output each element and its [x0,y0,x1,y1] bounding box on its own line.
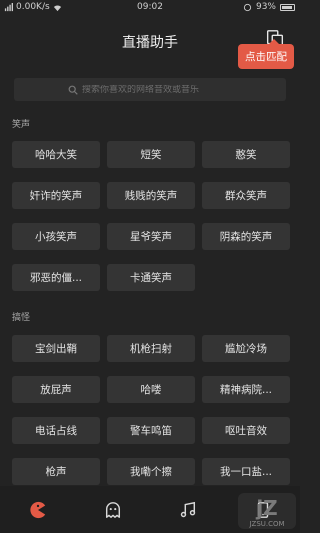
sound-chip[interactable]: 警车鸣笛 [107,417,195,444]
search-icon [68,85,78,95]
sound-chip[interactable]: 群众笑声 [202,182,290,209]
battery-icon [280,3,295,11]
sound-chip[interactable]: 星爷笑声 [107,223,195,250]
sound-chip[interactable]: 电话占线 [12,417,100,444]
pacman-icon [29,501,45,518]
svg-text:jZ: jZ [255,496,277,520]
nav-item-ghost[interactable] [93,490,133,530]
status-bar: 0.00K/s 09:02 93% [0,0,300,16]
sound-chip[interactable]: 邪恶的僵... [12,264,100,291]
search-bar[interactable] [14,78,286,101]
sound-chip[interactable]: 精神病院... [202,376,290,403]
sound-chip[interactable]: 枪声 [12,458,100,485]
section-title-funny: 搞怪 [12,313,31,323]
music-note-icon [180,501,195,517]
section-title-laugh: 笑声 [12,120,31,130]
sound-chip[interactable]: 机枪扫射 [107,335,195,362]
sound-chip[interactable]: 哈喽 [107,376,195,403]
sound-chip[interactable]: 哈哈大笑 [12,141,100,168]
sound-chip[interactable]: 奸诈的笑声 [12,182,100,209]
sound-chip[interactable]: 卡通笑声 [107,264,195,291]
match-tooltip[interactable]: 点击匹配 [238,39,294,69]
sound-chip[interactable]: 我嘞个擦 [107,458,195,485]
sound-chip[interactable]: 呕吐音效 [202,417,290,444]
ghost-icon [105,501,120,518]
nav-item-music[interactable] [168,490,208,530]
sound-chip[interactable]: 宝剑出鞘 [12,335,100,362]
alarm-icon [243,3,252,11]
battery-percent: 93% [255,2,276,12]
nav-item-pacman[interactable] [18,490,58,530]
search-input[interactable] [82,84,232,95]
sound-chip[interactable]: 贱贱的笑声 [107,182,195,209]
funny-sound-grid: 宝剑出鞘 机枪扫射 尴尬冷场 放屁声 哈喽 精神病院... 电话占线 警车鸣笛 … [12,335,292,485]
sound-chip[interactable]: 放屁声 [12,376,100,403]
sound-chip[interactable]: 尴尬冷场 [202,335,290,362]
jzsu-watermark-logo: jZ JZSU.COM [238,493,296,529]
sound-chip[interactable]: 憨笑 [202,141,290,168]
sound-chip[interactable]: 小孩笑声 [12,223,100,250]
sound-chip[interactable]: 阴森的笑声 [202,223,290,250]
sound-chip[interactable]: 我一口盐... [202,458,290,485]
sound-chip[interactable]: 短笑 [107,141,195,168]
laugh-sound-grid: 哈哈大笑 短笑 憨笑 奸诈的笑声 贱贱的笑声 群众笑声 小孩笑声 星爷笑声 阴森… [12,141,292,291]
svg-text:JZSU.COM: JZSU.COM [248,520,284,528]
